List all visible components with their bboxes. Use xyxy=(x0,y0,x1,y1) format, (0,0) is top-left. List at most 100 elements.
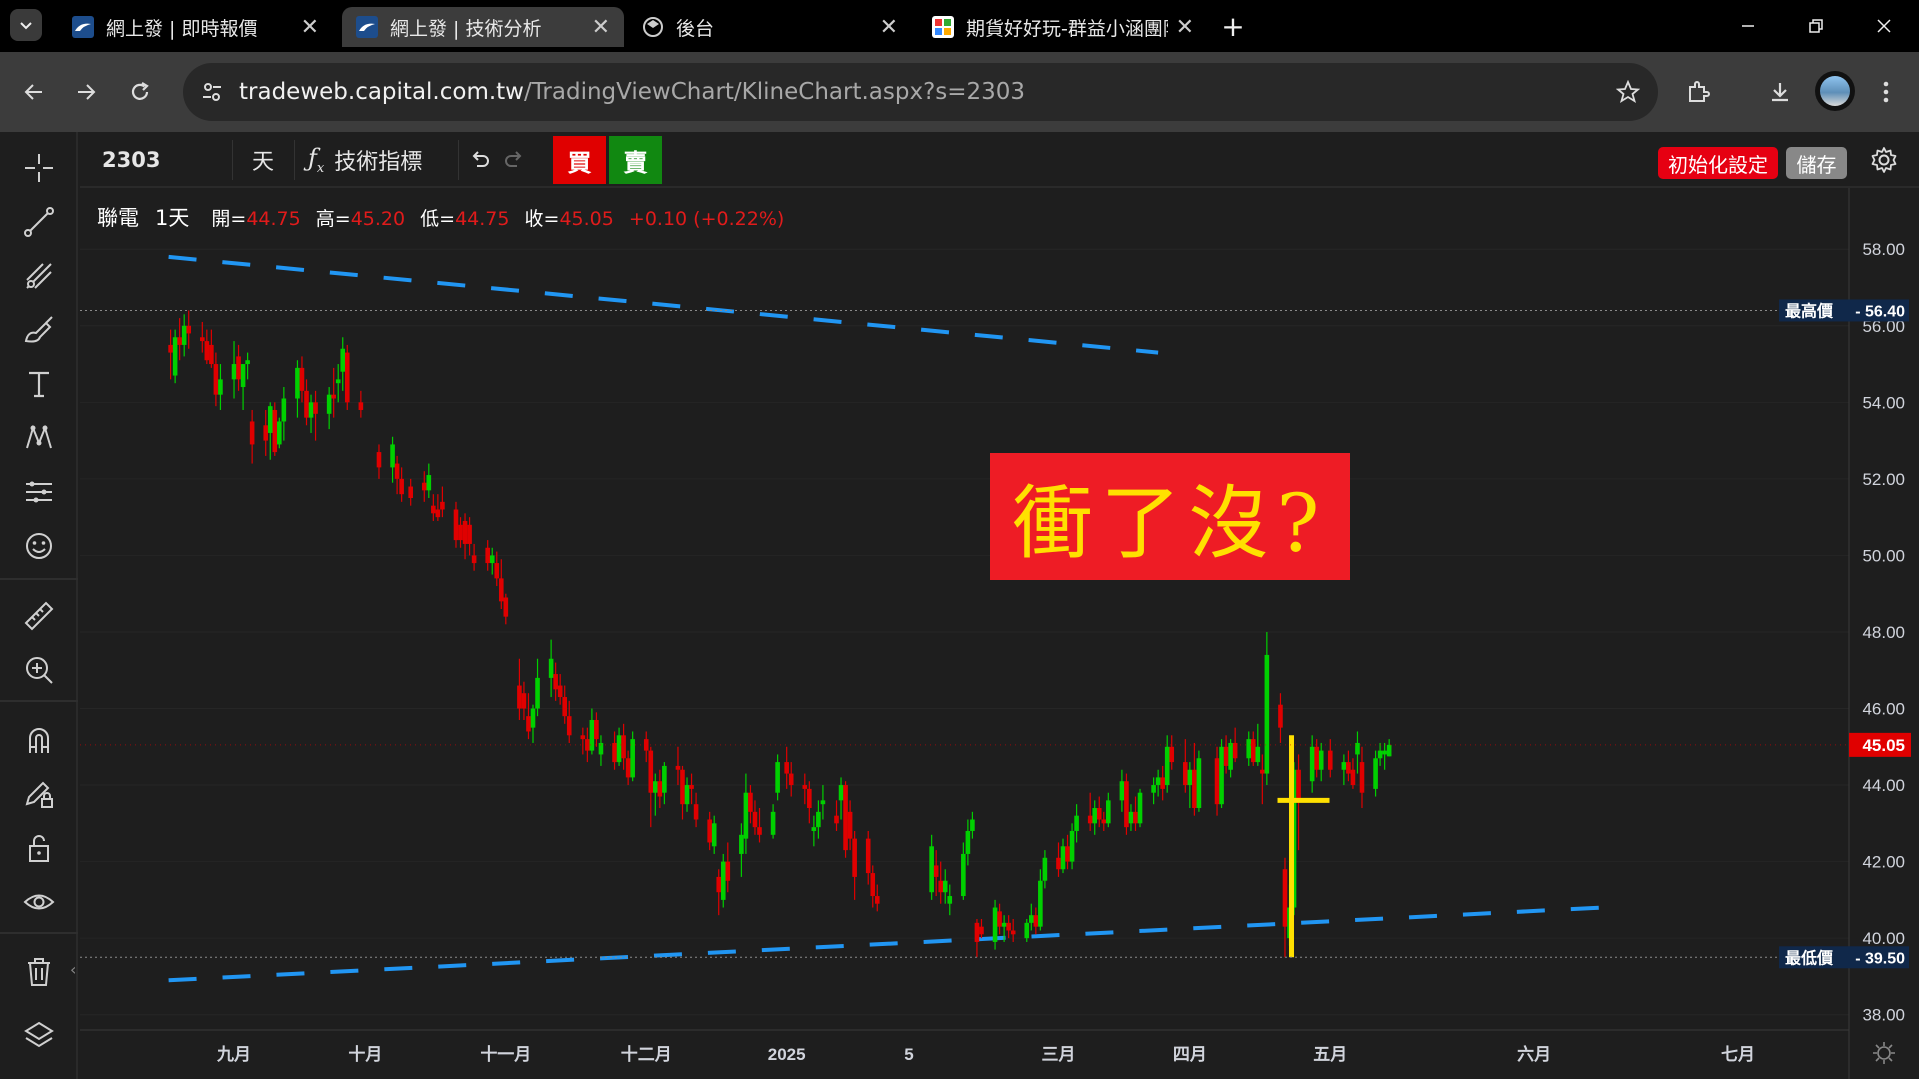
candle-body xyxy=(344,352,350,403)
downloads-button[interactable] xyxy=(1756,68,1804,116)
candle-body xyxy=(431,505,436,514)
reset-settings-button[interactable]: 初始化設定 xyxy=(1658,147,1778,179)
candle-body xyxy=(340,348,346,372)
undo-button[interactable] xyxy=(468,132,492,188)
toolbar-divider xyxy=(0,932,78,934)
candle-body xyxy=(236,356,241,380)
low-price-tag-label: 最低價 xyxy=(1785,948,1834,967)
crosshair-tool[interactable] xyxy=(14,146,64,190)
browser-tab-active[interactable]: 網上發 | 技術分析 ✕ xyxy=(342,7,624,47)
ohlc-legend: 聯電 1天 開=44.75 高=45.20 低=44.75 收=45.05 +0.… xyxy=(97,202,793,232)
x-axis-tick-label: 五月 xyxy=(1313,1045,1347,1064)
candle-body xyxy=(394,463,400,479)
save-button[interactable]: 儲存 xyxy=(1786,147,1847,179)
price-chart[interactable]: 38.00 40.00 42.00 44.00 46.00 48.00 50.00 52.00… xyxy=(80,188,1919,1079)
tab-list-button[interactable] xyxy=(10,9,42,41)
candle-body xyxy=(684,785,690,805)
extensions-button[interactable] xyxy=(1674,68,1722,116)
candle-body xyxy=(458,524,463,541)
interval-selector[interactable]: 天 xyxy=(252,132,274,188)
crosshair-icon xyxy=(25,154,53,182)
candle-body xyxy=(653,781,658,793)
legend-symbol-name[interactable]: 聯電 xyxy=(97,206,139,230)
candle-body xyxy=(553,674,558,690)
candle-body xyxy=(1056,857,1061,870)
headline-annotation[interactable]: 衝了沒? xyxy=(990,453,1350,580)
browser-menu-button[interactable] xyxy=(1862,68,1910,116)
x-axis-tick-label: 三月 xyxy=(1041,1045,1075,1064)
candle-body xyxy=(616,735,622,763)
back-button[interactable] xyxy=(10,68,58,116)
candle-body xyxy=(1087,815,1093,824)
unlock-icon xyxy=(29,835,49,862)
text-tool[interactable] xyxy=(14,362,64,406)
close-window-button[interactable] xyxy=(1850,0,1918,52)
candle-body xyxy=(1260,769,1265,774)
chart-settings-button[interactable] xyxy=(1869,132,1899,188)
x-axis-tick-label: 九月 xyxy=(216,1045,251,1064)
forward-button[interactable] xyxy=(62,68,110,116)
tab-close-icon[interactable]: ✕ xyxy=(880,15,898,40)
hide-drawings-tool[interactable] xyxy=(14,880,64,924)
browser-tab[interactable]: 後台 ✕ xyxy=(628,7,912,47)
candle-body xyxy=(1137,792,1143,824)
fib-tool[interactable] xyxy=(14,254,64,298)
candle-body xyxy=(489,555,495,564)
candle-body xyxy=(1124,781,1129,828)
tab-close-icon[interactable]: ✕ xyxy=(1176,15,1194,40)
candle-body xyxy=(970,819,975,831)
collapse-toolbar-arrow[interactable]: ‹ xyxy=(70,960,80,984)
cube-icon xyxy=(642,16,664,38)
candle-body xyxy=(562,697,568,717)
forecast-icon xyxy=(26,481,52,503)
sell-button[interactable]: 賣 xyxy=(609,136,662,184)
candle-body xyxy=(1223,746,1229,766)
restore-button[interactable] xyxy=(1782,0,1850,52)
indicators-button[interactable]: ƒx 技術指標 xyxy=(308,132,422,188)
tab-close-icon[interactable]: ✕ xyxy=(592,15,610,40)
object-tree-tool[interactable] xyxy=(14,1014,64,1058)
tab-close-icon[interactable]: ✕ xyxy=(301,15,319,40)
url-field[interactable]: tradeweb.capital.com.tw/TradingViewChart… xyxy=(183,63,1658,121)
measure-tool[interactable] xyxy=(14,594,64,638)
browser-tab[interactable]: 網上發 | 即時報價 ✕ xyxy=(58,7,333,47)
candle-body xyxy=(1038,880,1043,927)
minimize-button[interactable] xyxy=(1714,0,1782,52)
candle-body xyxy=(186,325,192,334)
tab-title: 網上發 | 即時報價 xyxy=(106,17,258,40)
redo-button[interactable] xyxy=(502,132,526,188)
candle-body xyxy=(277,421,282,445)
arrow-left-icon xyxy=(24,84,42,100)
brush-tool[interactable] xyxy=(14,308,64,352)
candle-body xyxy=(938,880,943,893)
pattern-tool[interactable] xyxy=(14,416,64,460)
candle-body xyxy=(1341,762,1347,770)
zoom-tool[interactable] xyxy=(14,648,64,692)
remove-drawings-tool[interactable] xyxy=(14,950,64,994)
magnet-tool[interactable] xyxy=(14,718,64,762)
buy-button[interactable]: 買 xyxy=(553,136,606,184)
forecast-tool[interactable] xyxy=(14,470,64,514)
lock-tool[interactable] xyxy=(14,826,64,870)
profile-avatar[interactable] xyxy=(1815,71,1855,111)
site-info-icon[interactable] xyxy=(201,81,223,103)
bookmark-star-icon[interactable] xyxy=(1616,80,1640,104)
emoji-tool[interactable] xyxy=(14,524,64,568)
candle-body xyxy=(775,762,780,793)
candle-body xyxy=(648,750,654,793)
lock-drawings-tool[interactable] xyxy=(14,772,64,816)
browser-tab[interactable]: 期貨好好玩-群益小涵團隊|唯一 ✕ xyxy=(918,7,1208,47)
candle-body xyxy=(1246,739,1252,759)
reload-button[interactable] xyxy=(116,68,164,116)
x-axis-tick-label: 十月 xyxy=(348,1044,382,1064)
candle-body xyxy=(770,811,776,835)
candle-body xyxy=(589,719,595,751)
candle-body xyxy=(852,838,857,877)
trendline-tool[interactable] xyxy=(14,200,64,244)
symbol-search[interactable]: 2303 xyxy=(102,132,160,188)
toolbar-divider xyxy=(232,140,233,180)
new-tab-button[interactable]: + xyxy=(1216,9,1250,43)
candle-body xyxy=(1264,654,1270,774)
legend-high-label: 高= xyxy=(315,208,351,230)
candle-body xyxy=(209,344,214,365)
